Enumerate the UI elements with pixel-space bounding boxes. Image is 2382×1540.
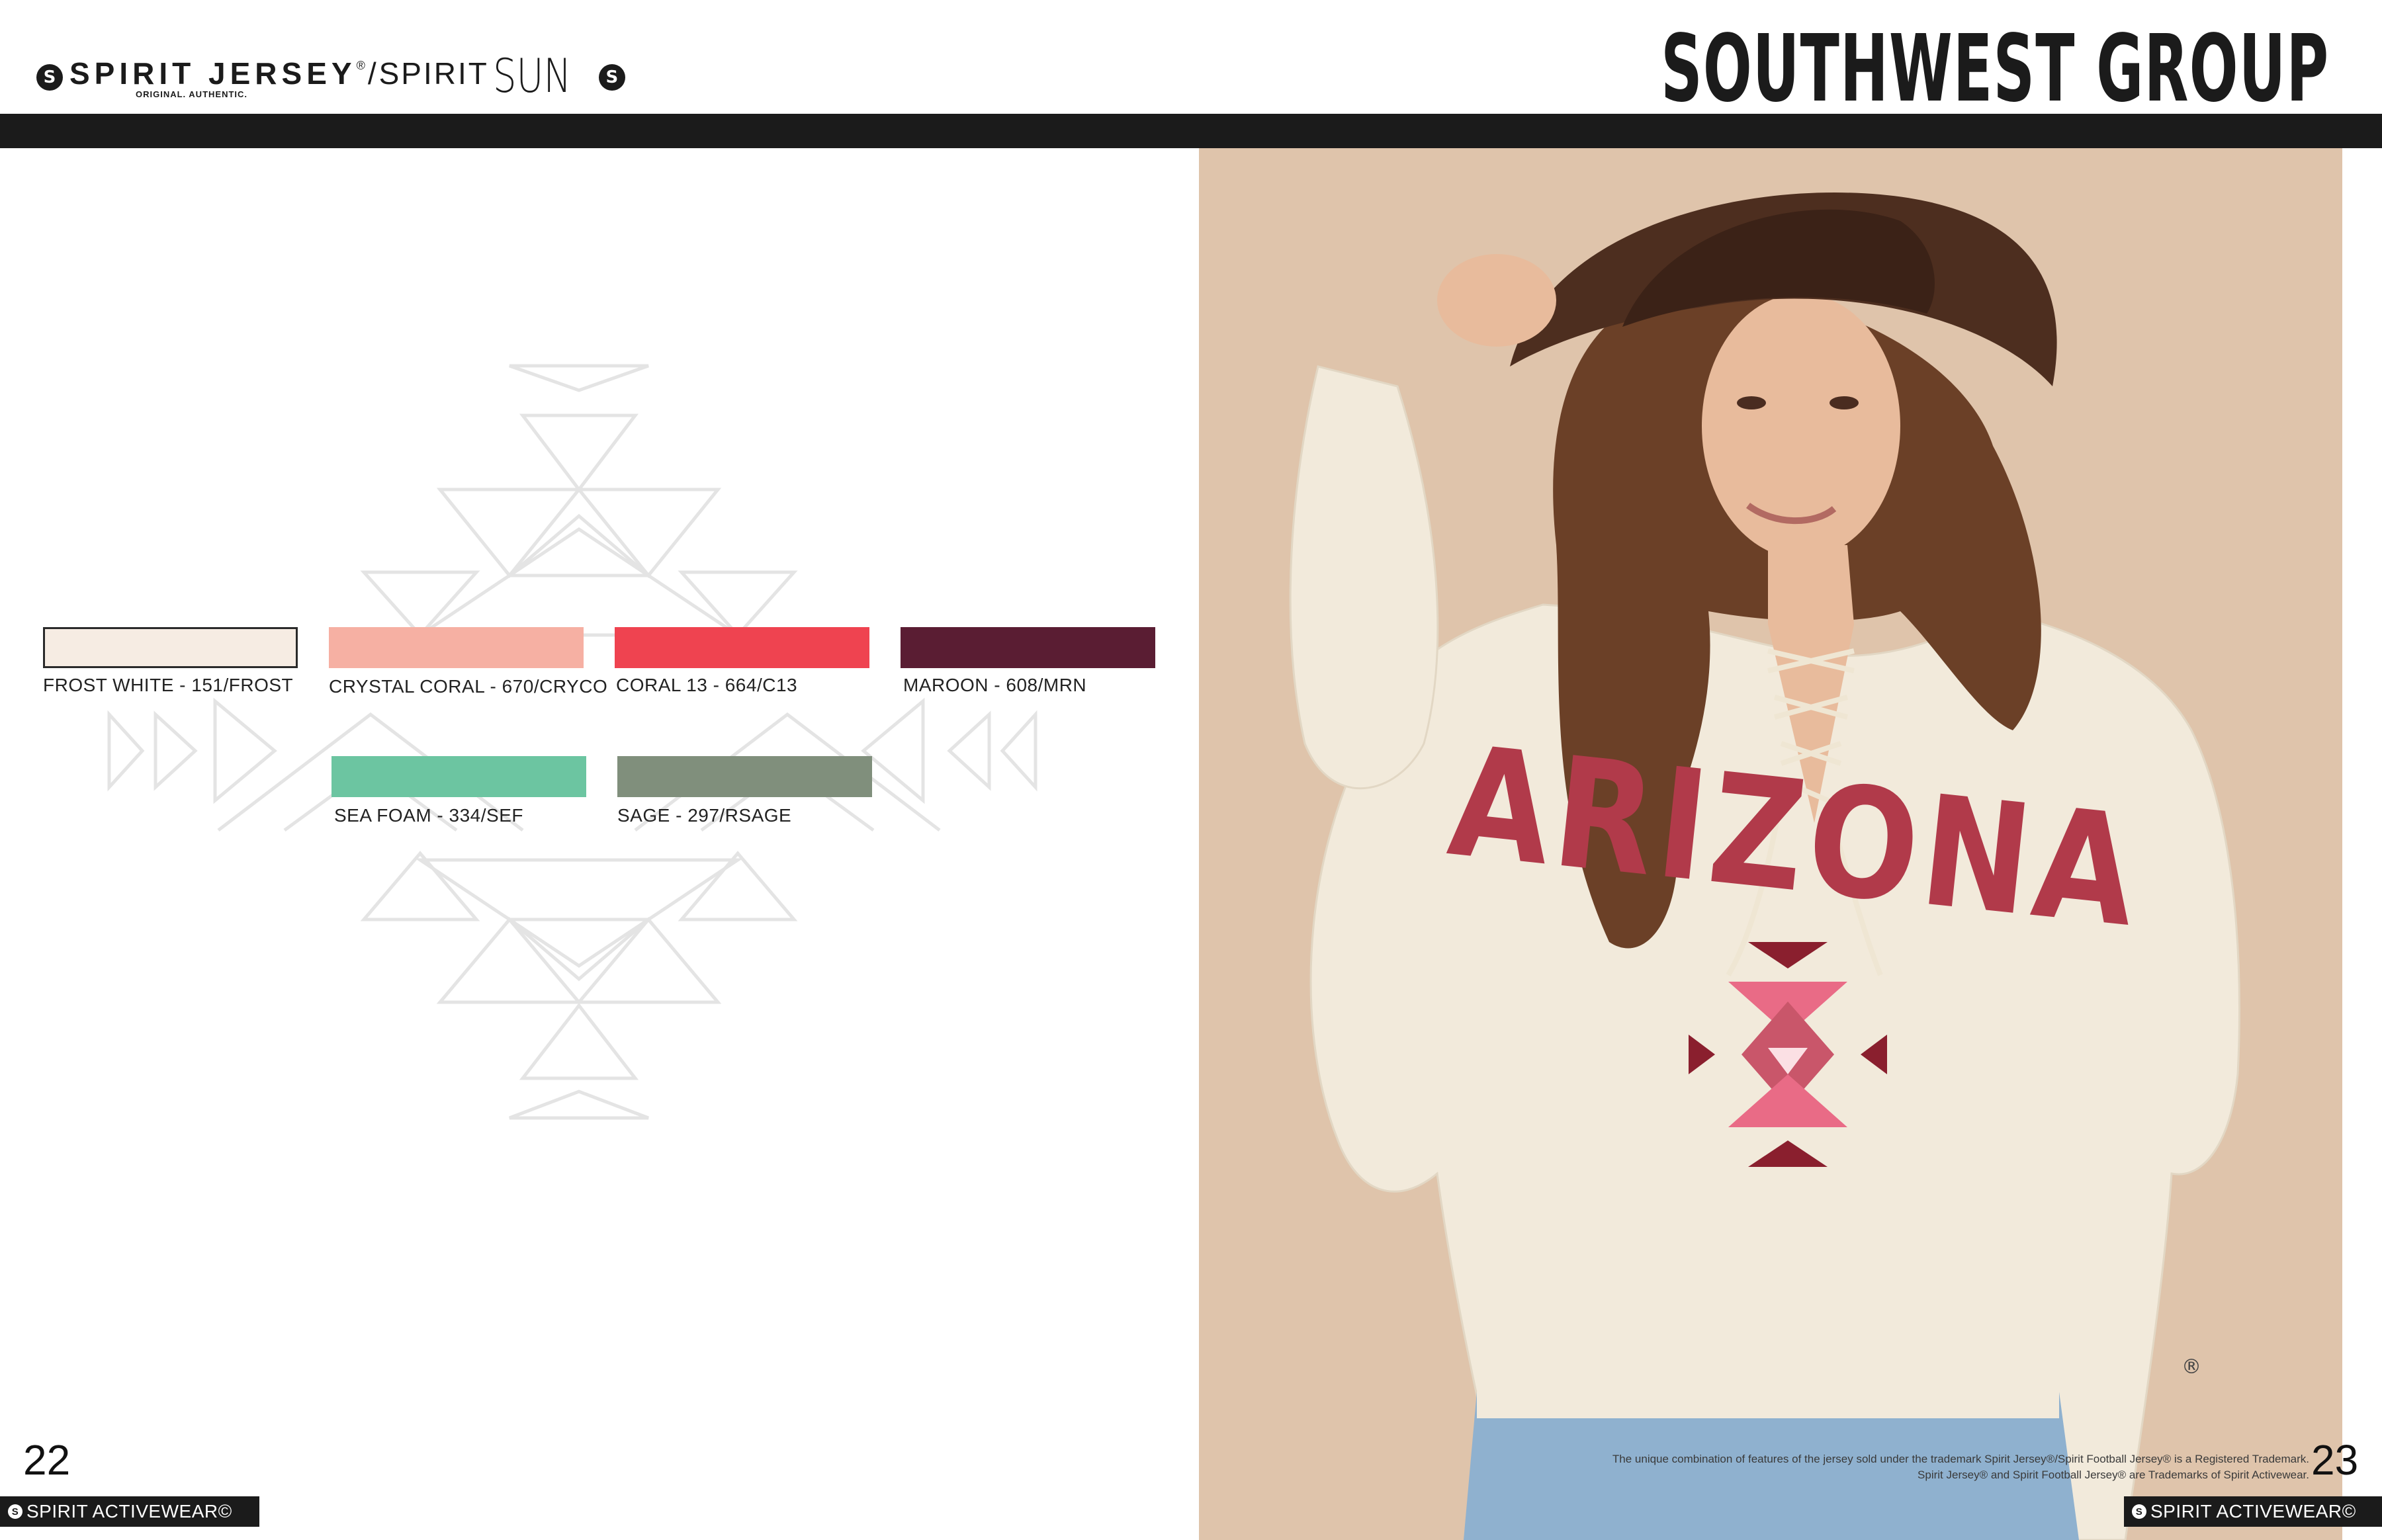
model-photo: ARIZONA ®	[1199, 148, 2342, 1540]
footer-brand-label: SPIRIT ACTIVEWEAR©	[26, 1501, 232, 1521]
page-number-right: 23	[2311, 1436, 2359, 1484]
raised-sleeve	[1289, 365, 1439, 789]
spirit-s-logo-icon: S	[2132, 1504, 2146, 1519]
legal-line-2: Spirit Jersey® and Spirit Football Jerse…	[1918, 1469, 2309, 1481]
model-illustration: ARIZONA ®	[1289, 192, 2240, 1540]
swatch-label-frost-white: FROST WHITE - 151/FROST	[43, 675, 294, 695]
legal-line-1: The unique combination of features of th…	[1612, 1453, 2309, 1465]
swatch-label-sage: SAGE - 297/RSAGE	[617, 805, 792, 826]
swatch-sea-foam	[331, 756, 586, 797]
swatch-label-maroon: MAROON - 608/MRN	[903, 675, 1087, 695]
registered-mark: ®	[2182, 1355, 2201, 1379]
legal-notice: The unique combination of features of th…	[1303, 1451, 2309, 1483]
footer-brand-label: SPIRIT ACTIVEWEAR©	[2150, 1501, 2356, 1521]
collection-title: SOUTHWEST GROUP	[1660, 15, 2329, 123]
page-number-left: 22	[23, 1436, 71, 1484]
footer-brand-right: S SPIRIT ACTIVEWEAR©	[2124, 1496, 2382, 1527]
swatch-frost-white	[43, 627, 298, 668]
hand	[1437, 254, 1556, 347]
swatch-sage	[617, 756, 872, 797]
swatch-label-sea-foam: SEA FOAM - 334/SEF	[334, 805, 523, 826]
swatch-crystal-coral	[329, 627, 584, 668]
aztec-pattern-background	[107, 364, 1037, 1120]
spirit-s-logo-icon: S	[8, 1504, 22, 1519]
footer-brand-left: S SPIRIT ACTIVEWEAR©	[0, 1496, 259, 1527]
swatch-label-crystal-coral: CRYSTAL CORAL - 670/CRYCO	[329, 676, 608, 697]
swatch-label-coral-13: CORAL 13 - 664/C13	[616, 675, 798, 695]
swatch-coral-13	[615, 627, 869, 668]
swatch-maroon	[901, 627, 1155, 668]
